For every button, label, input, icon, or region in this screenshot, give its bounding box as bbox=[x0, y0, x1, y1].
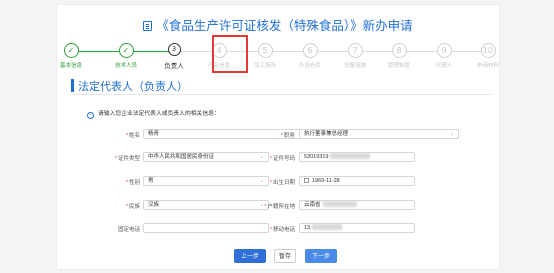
save-draft-button[interactable]: 暂存 bbox=[274, 249, 296, 263]
form-hint-text: 请输入您企业法定代表人或负责人的相关信息： bbox=[98, 111, 220, 117]
step-technical-staff[interactable]: ✓ 技术人员 bbox=[101, 43, 151, 69]
fixedphone-label: 固定电话 bbox=[117, 227, 140, 233]
step-number: 9 bbox=[436, 43, 452, 58]
section-accent-bar bbox=[71, 79, 74, 92]
current-step-highlight bbox=[212, 35, 248, 73]
residence-input[interactable]: 云南省 bbox=[299, 200, 415, 210]
mobile-input[interactable]: 13 bbox=[299, 223, 415, 233]
position-label: *职务 bbox=[280, 133, 295, 139]
step-label: 技术人员 bbox=[114, 63, 137, 69]
step-number: 10 bbox=[480, 43, 496, 58]
step-progress: ✓ 基本信息 ✓ 技术人员 3 负责人 4 产品信息 5 加工场所 6 外设仓库… bbox=[57, 43, 499, 73]
residence-label: *户籍所在地 bbox=[264, 204, 295, 210]
step-number: 6 bbox=[302, 43, 318, 58]
step-label: 外设仓库 bbox=[298, 63, 321, 69]
redacted-mask bbox=[322, 201, 357, 207]
step-application-materials[interactable]: 10 申请材料 bbox=[463, 43, 513, 69]
redacted-mask bbox=[312, 224, 343, 230]
step-equipment[interactable]: 7 设备设施 bbox=[330, 43, 380, 69]
step-label: 管理制度 bbox=[387, 63, 410, 69]
birth-label: *出生日期 bbox=[269, 180, 295, 186]
idnum-input[interactable]: 53019319 bbox=[299, 152, 415, 162]
birth-date-input[interactable]: 1969-11-28 bbox=[299, 176, 415, 186]
step-basic-info[interactable]: ✓ 基本信息 bbox=[46, 43, 96, 69]
step-number: 5 bbox=[257, 43, 273, 58]
prev-step-button[interactable]: 上一步 bbox=[234, 249, 266, 263]
step-external-warehouse[interactable]: 6 外设仓库 bbox=[285, 43, 335, 69]
step-label: 申请材料 bbox=[476, 63, 499, 69]
mobile-label: *移动电话 bbox=[269, 227, 295, 233]
name-label: *姓名 bbox=[125, 133, 140, 139]
step-label: 代理人 bbox=[435, 63, 453, 69]
document-icon bbox=[143, 21, 153, 31]
page-title: 《食品生产许可证核发（特殊食品）》新办申请 bbox=[57, 15, 499, 34]
step-agent[interactable]: 9 代理人 bbox=[419, 43, 469, 69]
step-check-icon: ✓ bbox=[63, 43, 79, 58]
position-select[interactable]: 执行董事兼总经理 ⌄ bbox=[299, 129, 459, 139]
section-header: 法定代表人（负责人） bbox=[71, 78, 492, 95]
page-title-text: 《食品生产许可证核发（特殊食品）》新办申请 bbox=[156, 19, 413, 33]
gender-label: *性别 bbox=[125, 180, 140, 186]
next-step-button[interactable]: 下一步 bbox=[305, 249, 337, 263]
calendar-icon bbox=[304, 178, 309, 183]
main-card: 《食品生产许可证核发（特殊食品）》新办申请 ✓ 基本信息 ✓ 技术人员 3 负责… bbox=[56, 4, 500, 270]
step-number: 3 bbox=[167, 43, 181, 56]
redacted-mask bbox=[330, 153, 371, 159]
ethnic-label: *民族 bbox=[125, 204, 140, 210]
step-label: 设备设施 bbox=[343, 63, 366, 69]
step-number: 7 bbox=[347, 43, 363, 58]
idnum-label: *证件号码 bbox=[269, 156, 295, 162]
step-check-icon: ✓ bbox=[118, 43, 134, 58]
step-label: 负责人 bbox=[164, 63, 184, 70]
form-hint: − 请输入您企业法定代表人或负责人的相关信息： bbox=[87, 108, 220, 119]
step-responsible-person[interactable]: 3 负责人 bbox=[149, 43, 199, 70]
step-number: 8 bbox=[391, 43, 407, 58]
minus-circle-icon: − bbox=[87, 112, 94, 119]
section-title: 法定代表人（负责人） bbox=[78, 81, 188, 93]
chevron-down-icon: ⌄ bbox=[449, 131, 454, 137]
step-management-rules[interactable]: 8 管理制度 bbox=[374, 43, 424, 69]
idtype-label: *证件类型 bbox=[114, 156, 140, 162]
step-label: 基本信息 bbox=[59, 63, 82, 69]
